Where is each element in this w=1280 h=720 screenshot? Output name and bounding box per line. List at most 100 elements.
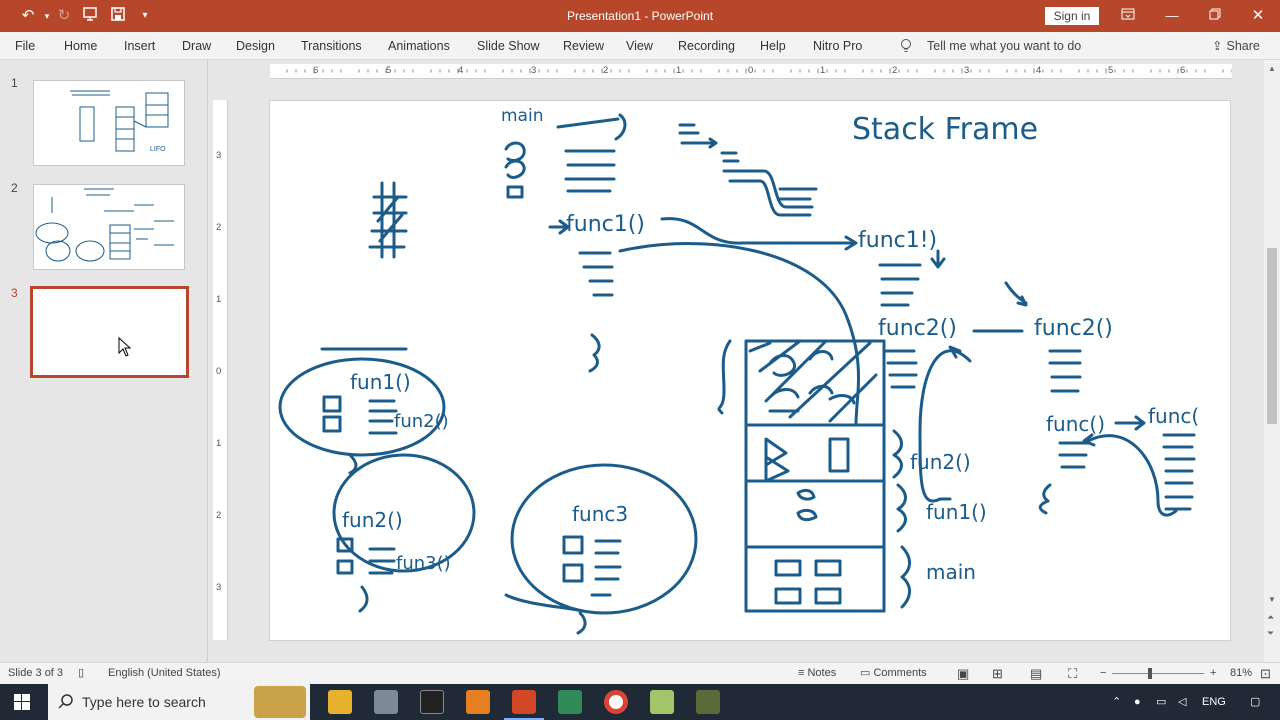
ruler-number: 0	[216, 366, 222, 377]
share-button[interactable]: ⇪ Share	[1206, 36, 1266, 56]
tray-overflow-icon[interactable]: ⌃	[1112, 684, 1121, 720]
input-language[interactable]: ENG	[1202, 684, 1226, 720]
slide-thumbnail-3[interactable]	[30, 286, 189, 378]
powerpoint-icon[interactable]	[504, 690, 544, 720]
slide-3[interactable]: Stack Frame main func1() func1!) func2()…	[269, 100, 1231, 641]
app-icon[interactable]	[466, 690, 490, 714]
network-icon[interactable]: ▭	[1156, 684, 1166, 720]
tab-review[interactable]: Review	[563, 32, 604, 60]
ribbon-tabs: File Home Insert Draw Design Transitions…	[0, 32, 1280, 60]
search-icon	[58, 693, 74, 712]
fit-to-window-icon[interactable]: ⊡	[1260, 663, 1271, 684]
ink-func2-call: func2()	[878, 316, 957, 341]
comment-icon: ▭	[860, 667, 874, 679]
app-icon[interactable]	[696, 690, 720, 714]
ink-oval2-title: fun2()	[342, 508, 403, 532]
intellij-icon[interactable]	[420, 690, 444, 714]
ink-oval1-title: fun1()	[350, 370, 411, 394]
ink-oval1-call: fun2()	[394, 411, 449, 432]
file-explorer-icon[interactable]	[328, 690, 352, 714]
scroll-down-icon[interactable]: ▼	[1268, 595, 1276, 604]
tab-help[interactable]: Help	[760, 32, 786, 60]
search-placeholder: Type here to search	[82, 694, 206, 710]
app-icon[interactable]	[650, 690, 674, 714]
share-icon: ⇪	[1212, 39, 1223, 53]
ruler-number: 1	[216, 438, 222, 449]
slide-thumbnail-2[interactable]	[33, 184, 185, 270]
close-icon[interactable]: ✕	[1236, 0, 1280, 32]
ink-func1-call: func1()	[566, 212, 645, 237]
scroll-up-icon[interactable]: ▲	[1268, 64, 1276, 73]
zoom-slider[interactable]	[1112, 673, 1204, 674]
slide-number: 2	[11, 181, 18, 195]
tab-animations[interactable]: Animations	[388, 32, 450, 60]
ruler-number: 1	[676, 65, 682, 76]
ink-oval3-title: func3	[572, 502, 628, 526]
comments-button[interactable]: ▭ Comments	[860, 663, 927, 684]
ruler-number: 3	[216, 582, 222, 593]
status-bar: Slide 3 of 3 ▯ English (United States) ≡…	[0, 662, 1280, 684]
notifications-icon[interactable]: ▢	[1250, 684, 1260, 720]
ink-func-right-1: func()	[1046, 412, 1105, 436]
scrollbar-thumb[interactable]	[1267, 248, 1277, 424]
tab-design[interactable]: Design	[236, 32, 275, 60]
slide-sorter-icon[interactable]: ⊞	[992, 663, 1003, 684]
chrome-icon[interactable]	[604, 690, 628, 714]
notes-button[interactable]: ≡ Notes	[798, 663, 836, 684]
normal-view-icon[interactable]: ▣	[957, 663, 969, 684]
tab-view[interactable]: View	[626, 32, 653, 60]
ink-frame-fun2: fun2()	[910, 450, 971, 474]
ink-drawing: Stack Frame main func1() func1!) func2()…	[278, 106, 1199, 635]
windows-start-icon[interactable]	[14, 694, 30, 713]
windows-taskbar: Type here to search ⌃ ● ▭ ◁ ENG ▢	[0, 684, 1280, 720]
ink-oval2-call: fun3()	[396, 553, 451, 574]
spell-check-icon[interactable]: ▯	[78, 663, 84, 684]
tab-insert[interactable]: Insert	[124, 32, 155, 60]
lightbulb-icon	[900, 38, 912, 57]
ink-func1-def: func1!)	[858, 228, 937, 253]
tab-nitro-pro[interactable]: Nitro Pro	[813, 32, 862, 60]
ruler-number: 3	[216, 150, 222, 161]
reading-view-icon[interactable]: ▤	[1030, 663, 1042, 684]
sign-in-button[interactable]: Sign in	[1045, 7, 1099, 25]
microphone-icon[interactable]: ●	[1134, 684, 1141, 720]
app-icon[interactable]	[558, 690, 582, 714]
svg-text:LIFO: LIFO	[150, 146, 166, 153]
next-slide-icon[interactable]: ⏷	[1267, 628, 1274, 639]
volume-icon[interactable]: ◁	[1178, 684, 1186, 720]
ink-frame-fun1: fun1()	[926, 500, 987, 524]
previous-slide-icon[interactable]: ⏶	[1267, 612, 1274, 623]
taskbar-search-box[interactable]: Type here to search	[48, 684, 310, 720]
powerpoint-window: ↶ ▾ ↻ ▾ Presentation1 - PowerPoint Sign …	[0, 0, 1280, 720]
tab-recording[interactable]: Recording	[678, 32, 735, 60]
tell-me-search[interactable]: Tell me what you want to do	[927, 32, 1081, 60]
slide-thumbnail-1[interactable]: LIFO	[33, 80, 185, 166]
ruler-number: 0	[748, 65, 754, 76]
slide-show-icon[interactable]: ⛶	[1068, 663, 1077, 684]
ruler-number: 6	[1180, 65, 1186, 76]
restore-icon[interactable]	[1193, 0, 1237, 32]
language-indicator[interactable]: English (United States)	[108, 663, 221, 684]
tab-home[interactable]: Home	[64, 32, 97, 60]
zoom-slider-thumb[interactable]	[1148, 668, 1152, 679]
tab-slide-show[interactable]: Slide Show	[477, 32, 540, 60]
comments-label: Comments	[873, 667, 927, 679]
minimize-icon[interactable]: —	[1150, 0, 1194, 32]
ink-main-label: main	[501, 106, 543, 126]
zoom-in-icon[interactable]: +	[1210, 663, 1216, 684]
slide-number: 3	[11, 286, 18, 300]
slide-thumbnails-pane: 1 LIFO 2 3	[0, 60, 208, 662]
ruler-number: 6	[313, 65, 319, 76]
vertical-scrollbar[interactable]: ▲ ▼ ⏶ ⏷	[1264, 60, 1280, 662]
app-icon[interactable]	[374, 690, 398, 714]
zoom-level[interactable]: 81%	[1230, 663, 1252, 684]
tab-file[interactable]: File	[15, 32, 35, 60]
tab-draw[interactable]: Draw	[182, 32, 211, 60]
ruler-number: 5	[1108, 65, 1114, 76]
ribbon-display-icon[interactable]	[1106, 0, 1150, 32]
zoom-out-icon[interactable]: −	[1100, 663, 1106, 684]
tab-transitions[interactable]: Transitions	[301, 32, 362, 60]
title-bar: ↶ ▾ ↻ ▾ Presentation1 - PowerPoint Sign …	[0, 0, 1280, 32]
ruler-number: 1	[820, 65, 826, 76]
ruler-number: 5	[386, 65, 392, 76]
